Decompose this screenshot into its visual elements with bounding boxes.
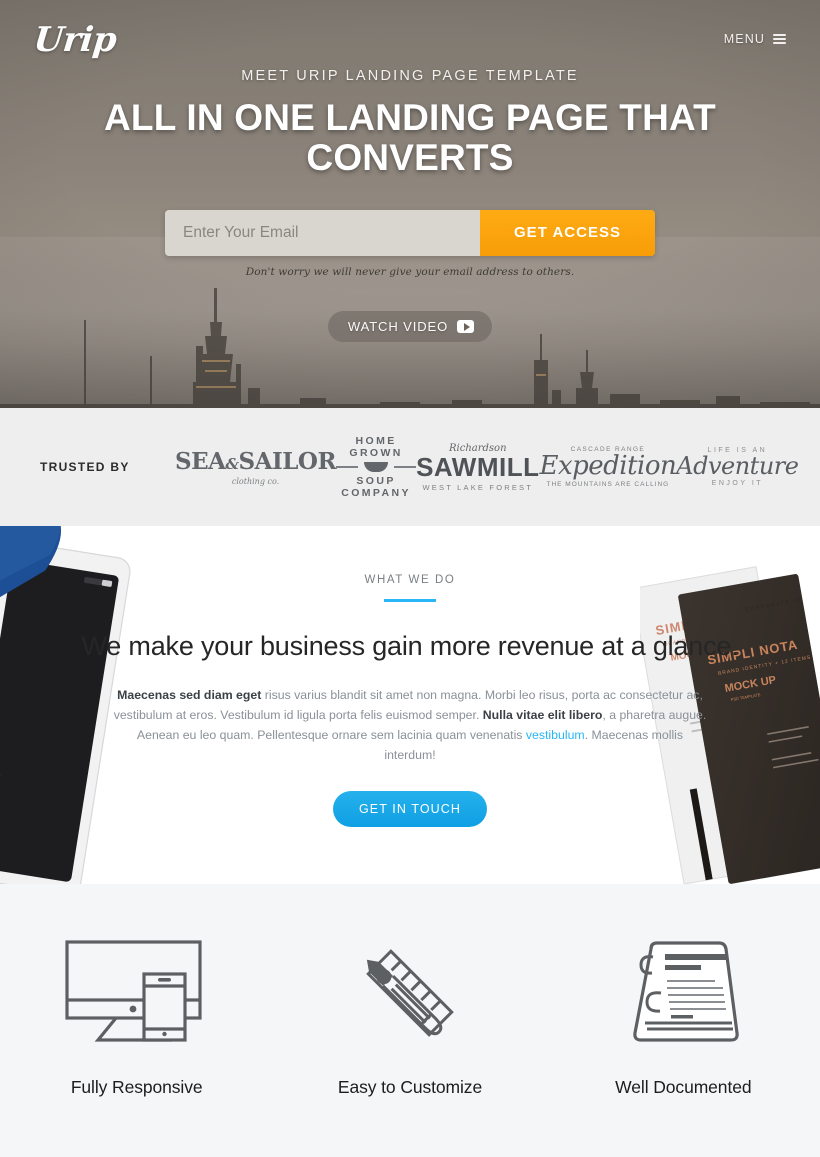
hero-section: Urip MENU MEET URIP LANDING PAGE TEMPLAT… (0, 0, 820, 408)
pencil-ruler-icon (273, 930, 546, 1055)
watch-video-button[interactable]: WATCH VIDEO (327, 311, 493, 342)
privacy-disclaimer: Don't worry we will never give your emai… (245, 265, 575, 278)
feature-item-customize: Easy to Customize (273, 930, 546, 1098)
get-access-button[interactable]: GET ACCESS (480, 209, 655, 256)
expedition-name: Expedition (539, 451, 677, 481)
what-we-do-body: Maecenas sed diam eget risus varius blan… (110, 686, 710, 766)
email-signup-form: GET ACCESS (165, 209, 655, 256)
what-we-do-section: ver SIMPLI NOTA BRAND IDENTITY MOCKUP MO… (0, 526, 820, 884)
adventure-name: Adventure (676, 452, 799, 481)
sawmill-name: SAWMILL (416, 451, 540, 482)
client-logo-list: SEA&SAILOR clothing co. HOME GROWN SOUP … (175, 435, 799, 499)
body-bold-2: Nulla vitae elit libero (482, 708, 603, 723)
watch-video-wrapper: WATCH VIDEO (0, 311, 820, 342)
client-logo-adventure[interactable]: LIFE IS AN Adventure ENJOY IT (676, 447, 799, 487)
document-binder-icon (547, 930, 820, 1055)
feature-label-documented: Well Documented (615, 1077, 752, 1097)
vestibulum-link[interactable]: vestibulum (526, 728, 585, 742)
client-logo-sea-sailor[interactable]: SEA&SAILOR clothing co. (175, 448, 337, 486)
what-we-do-eyebrow: WHAT WE DO (364, 574, 456, 586)
trusted-by-label: TRUSTED BY (40, 460, 130, 474)
feature-item-responsive: Fully Responsive (0, 930, 273, 1098)
hero-headline: ALL IN ONE LANDING PAGE THAT CONVERTS (104, 97, 716, 178)
what-we-do-title: We make your business gain more revenue … (81, 630, 739, 661)
feature-label-customize: Easy to Customize (337, 1077, 483, 1097)
client-logo-home-grown[interactable]: HOME GROWN SOUP COMPANY (336, 435, 417, 499)
accent-underline (384, 599, 436, 602)
hero-content: MEET URIP LANDING PAGE TEMPLATE ALL IN O… (0, 0, 820, 278)
body-lead-bold: Maecenas sed diam eget (117, 688, 262, 703)
get-in-touch-wrapper: GET IN TOUCH (0, 790, 820, 827)
trusted-by-section: TRUSTED BY SEA&SAILOR clothing co. HOME … (0, 408, 820, 526)
play-icon (457, 320, 475, 333)
email-input[interactable] (165, 209, 480, 256)
client-logo-expedition[interactable]: CASCADE RANGE Expedition THE MOUNTAINS A… (539, 446, 676, 488)
monitor-mobile-icon (0, 930, 273, 1055)
what-we-do-content: WHAT WE DO We make your business gain mo… (0, 526, 820, 827)
features-section: Fully Responsive Easy to Customize Well … (0, 884, 820, 1157)
expedition-tagline: THE MOUNTAINS ARE CALLING (546, 481, 670, 488)
soup-bowl-icon (336, 462, 417, 472)
sea-sailor-line2: clothing co. (231, 477, 280, 486)
sea-sailor-line1b: SAILOR (238, 448, 337, 475)
home-grown-line1: HOME GROWN (349, 435, 403, 459)
adventure-line2: ENJOY IT (711, 479, 764, 487)
sea-sailor-line1: SEA (175, 448, 226, 475)
landing-page: Urip MENU MEET URIP LANDING PAGE TEMPLAT… (0, 0, 820, 1157)
home-grown-line3: SOUP COMPANY (341, 475, 411, 499)
get-in-touch-button[interactable]: GET IN TOUCH (332, 790, 488, 827)
feature-item-documented: Well Documented (547, 930, 820, 1098)
hero-eyebrow: MEET URIP LANDING PAGE TEMPLATE (241, 68, 579, 84)
client-logo-sawmill[interactable]: Richardson SAWMILL WEST LAKE FOREST (416, 443, 539, 492)
watch-video-label: WATCH VIDEO (347, 319, 449, 334)
sea-sailor-amp: & (225, 455, 240, 473)
sawmill-tagline: WEST LAKE FOREST (422, 482, 534, 492)
feature-label-responsive: Fully Responsive (70, 1077, 203, 1097)
